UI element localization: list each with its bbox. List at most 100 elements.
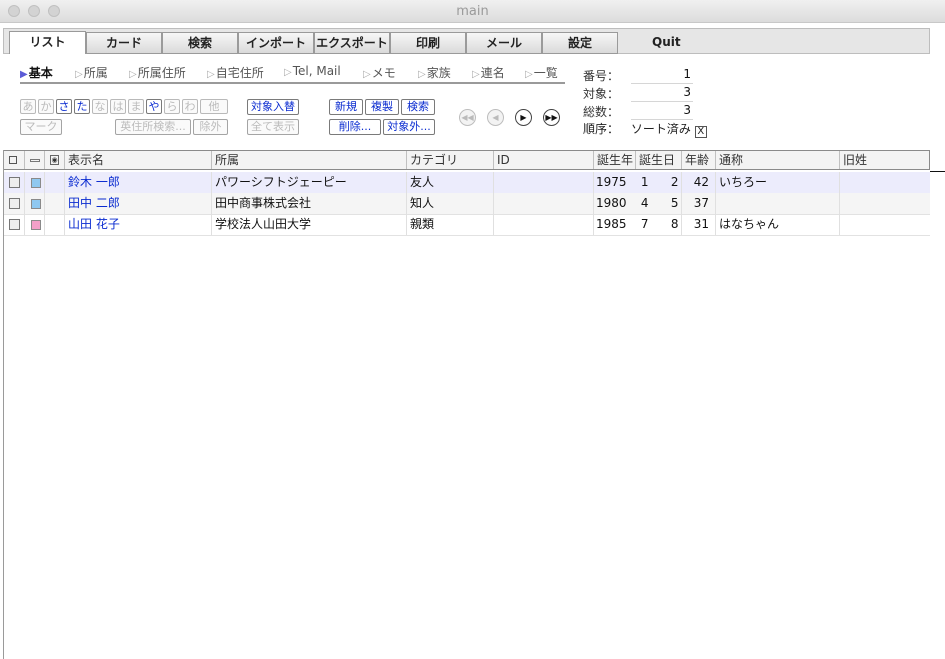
main-tab-bar: リスト カード 検索 インポート エクスポート 印刷 メール 設定 Quit [3,28,930,55]
quit-button[interactable]: Quit [652,35,681,49]
record-number-value: 1 [683,67,691,81]
triangle-right-icon: ▷ [207,69,215,80]
row-age: 31 [682,214,716,235]
row-birthdate: 1985 7 8 [594,214,682,235]
kana-button-a[interactable]: あ [20,99,36,114]
row-select-cell[interactable] [4,214,25,235]
tab-export[interactable]: エクスポート [314,32,390,54]
subtab-memo[interactable]: ▷メモ [363,64,396,81]
tab-search[interactable]: 検索 [162,32,238,54]
color-column-header[interactable] [25,151,45,169]
subtab-joint-names[interactable]: ▷連名 [472,64,505,81]
row-nickname: はなちゃん [716,214,840,235]
subtab-org-address[interactable]: ▷所属住所 [129,64,186,81]
previous-record-icon[interactable]: ◀ [487,109,504,126]
kana-button-ma[interactable]: ま [128,99,144,114]
column-header-age[interactable]: 年齢 [682,151,716,169]
subtab-org[interactable]: ▷所属 [75,64,108,81]
tab-card[interactable]: カード [86,32,162,54]
search-button[interactable]: 検索 [401,99,435,115]
row-org: 学校法人山田大学 [212,214,407,235]
duplicate-button[interactable]: 複製 [365,99,399,115]
subtab-basic[interactable]: ▶基本 [20,64,53,81]
new-button[interactable]: 新規 [329,99,363,115]
english-address-search-button[interactable]: 英住所検索... [115,119,191,135]
tab-import[interactable]: インポート [238,32,314,54]
birth-month: 4 [640,196,649,210]
exclude-button[interactable]: 除外 [193,119,228,135]
sort-checkbox[interactable]: X [694,126,707,138]
birth-day: 2 [670,175,679,189]
row-name: 田中 二郎 [65,193,212,214]
window-title: main [456,4,489,19]
show-all-button[interactable]: 全て表示 [247,119,299,135]
next-record-icon[interactable]: ▶ [515,109,532,126]
total-count-value: 3 [683,103,691,117]
table-row[interactable]: 山田 花子 学校法人山田大学 親類 1985 7 8 31 はなちゃん [4,214,930,236]
row-category: 知人 [407,193,494,214]
subtab-overview[interactable]: ▷一覧 [525,64,558,81]
column-header-org[interactable]: 所属 [212,151,407,169]
triangle-right-icon: ▷ [363,69,371,80]
table-row[interactable]: 田中 二郎 田中商事株式会社 知人 1980 4 5 37 [4,193,930,215]
color-swatch [31,220,41,230]
column-header-category[interactable]: カテゴリ [407,151,494,169]
mark-button[interactable]: マーク [20,119,62,135]
record-table: ◉ 表示名 所属 カテゴリ ID 誕生年 誕生日 年齢 通称 旧姓 鈴木 一郎パ… [3,150,945,659]
column-header-nickname[interactable]: 通称 [716,151,840,169]
column-header-birth-year[interactable]: 誕生年 [594,151,636,169]
delete-button[interactable]: 削除... [329,119,381,135]
sort-status: ソート済み [630,122,691,136]
kana-button-ka[interactable]: か [38,99,54,114]
last-record-icon[interactable]: ▶▶ [543,109,560,126]
record-number-row: 番号： 1 [583,67,693,84]
row-select-cell[interactable] [4,193,25,214]
triangle-right-icon: ▷ [525,69,533,80]
title-bar: main [0,0,945,23]
birth-year: 1985 [596,217,627,231]
card-column-header[interactable]: ◉ [45,151,65,169]
column-header-maiden-name[interactable]: 旧姓 [840,151,930,169]
row-maiden-name [840,172,930,193]
column-header-name[interactable]: 表示名 [65,151,212,169]
tab-settings[interactable]: 設定 [542,32,618,54]
target-count-row: 対象： 3 [583,85,693,102]
subtab-home-address[interactable]: ▷自宅住所 [207,64,264,81]
subtab-tel-mail[interactable]: ▷Tel, Mail [284,64,341,78]
kana-button-sa[interactable]: さ [56,99,72,114]
target-count-value: 3 [683,85,691,99]
birth-year: 1975 [596,175,627,189]
color-bar-icon [30,159,40,162]
kana-button-na[interactable]: な [92,99,108,114]
triangle-right-icon: ▷ [75,69,83,80]
kana-button-ya[interactable]: や [146,99,162,114]
first-record-icon[interactable]: ◀◀ [459,109,476,126]
subtab-family[interactable]: ▷家族 [418,64,451,81]
row-nickname [716,193,840,214]
row-card-cell [45,193,65,214]
out-of-target-button[interactable]: 対象外... [383,119,435,135]
kana-button-ha[interactable]: は [110,99,126,114]
row-id [494,193,594,214]
subtab-bar: ▶基本 ▷所属 ▷所属住所 ▷自宅住所 ▷Tel, Mail ▷メモ ▷家族 ▷… [20,64,565,84]
tab-print[interactable]: 印刷 [390,32,466,54]
birth-month: 1 [640,175,649,189]
tab-mail[interactable]: メール [466,32,542,54]
swap-target-button[interactable]: 対象入替 [247,99,299,115]
tab-list[interactable]: リスト [9,31,86,55]
row-checkbox[interactable] [9,219,20,230]
row-card-cell [45,214,65,235]
kana-button-ra[interactable]: ら [164,99,180,114]
row-age: 37 [682,193,716,214]
kana-button-other[interactable]: 他 [200,99,228,114]
row-select-cell[interactable] [4,172,25,193]
list-panel: ▶基本 ▷所属 ▷所属住所 ▷自宅住所 ▷Tel, Mail ▷メモ ▷家族 ▷… [3,54,930,150]
column-header-id[interactable]: ID [494,151,594,169]
select-column-header[interactable] [4,151,25,169]
kana-button-wa[interactable]: わ [182,99,198,114]
column-header-birthday[interactable]: 誕生日 [636,151,682,169]
kana-button-ta[interactable]: た [74,99,90,114]
row-checkbox[interactable] [9,177,20,188]
row-checkbox[interactable] [9,198,20,209]
table-row[interactable]: 鈴木 一郎 パワーシフトジェーピー 友人 1975 1 2 42 いちろー [4,172,930,194]
